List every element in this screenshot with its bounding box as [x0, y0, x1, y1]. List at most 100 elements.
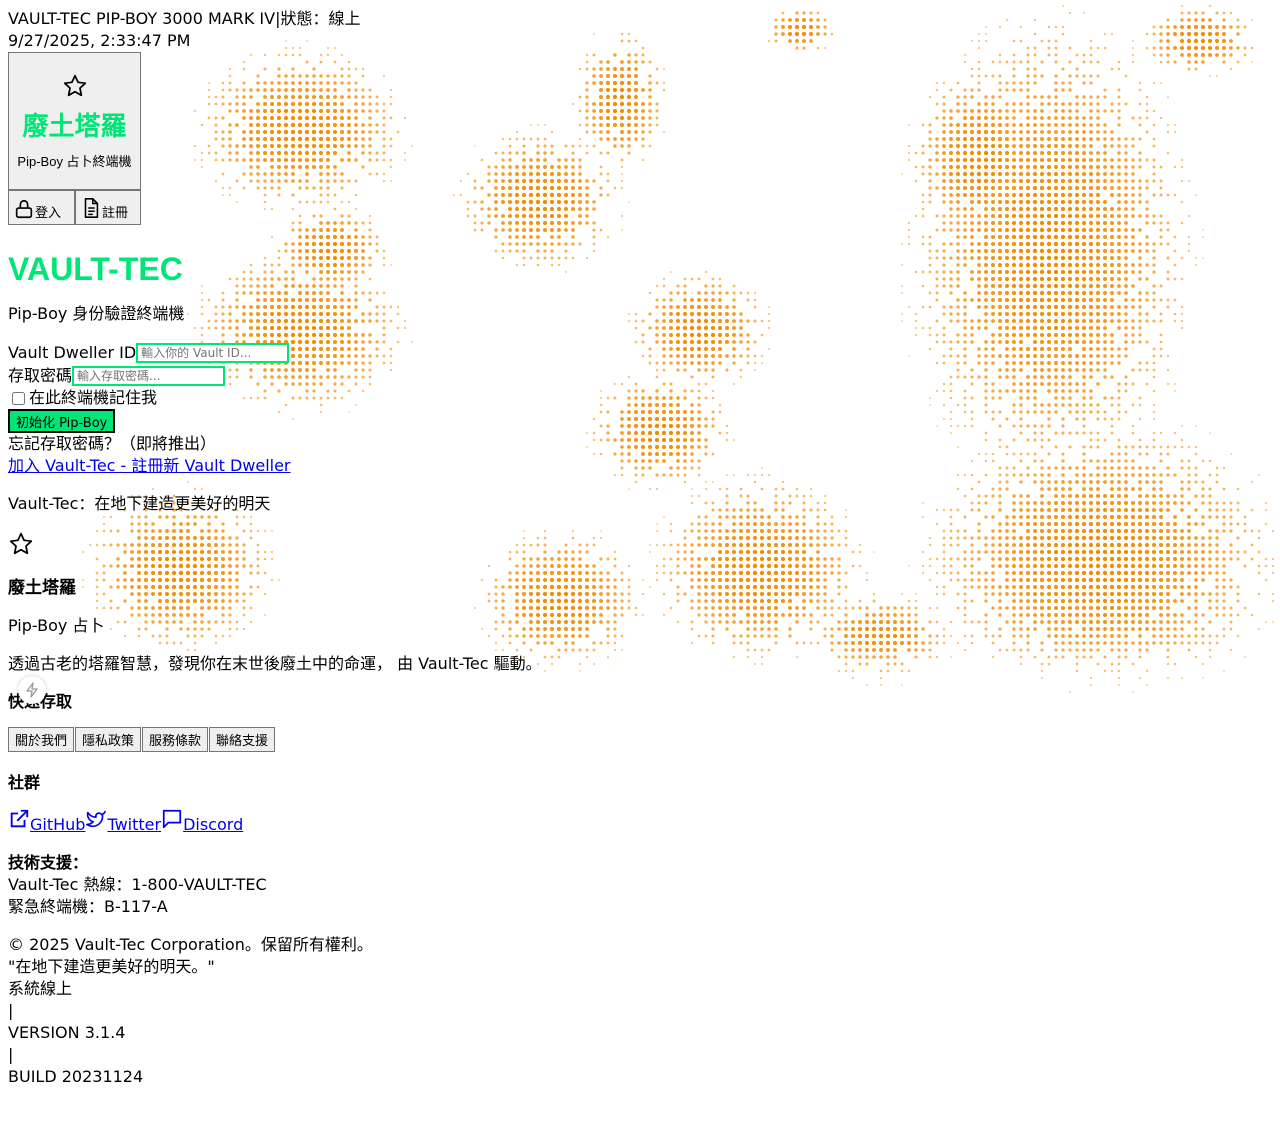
- background-dot: [1102, 556, 1108, 562]
- background-dot: [1018, 241, 1024, 247]
- background-dot: [1075, 53, 1079, 57]
- background-dot: [1159, 452, 1163, 456]
- background-dot: [1018, 185, 1024, 191]
- background-dot: [1117, 123, 1121, 127]
- background-dot: [1151, 570, 1157, 576]
- background-dot: [1019, 473, 1023, 477]
- background-dot: [1180, 18, 1184, 22]
- background-dot: [1074, 178, 1080, 184]
- background-dot: [1096, 403, 1100, 407]
- background-dot: [1130, 591, 1136, 597]
- background-dot: [1131, 487, 1135, 491]
- background-dot: [1061, 347, 1065, 351]
- background-dot: [1060, 185, 1066, 191]
- background-dot: [1123, 507, 1129, 513]
- background-dot: [1074, 584, 1080, 590]
- background-dot: [1187, 242, 1191, 246]
- background-dot: [1151, 556, 1157, 562]
- background-dot: [1264, 564, 1268, 568]
- background-dot: [1152, 305, 1156, 309]
- background-dot: [1018, 304, 1024, 310]
- background-dot: [1110, 487, 1114, 491]
- background-dot: [1026, 410, 1030, 414]
- background-dot: [1103, 410, 1107, 414]
- background-dot: [1054, 109, 1058, 113]
- background-dot: [1053, 577, 1059, 583]
- background-dot: [1068, 88, 1072, 92]
- background-dot: [1046, 325, 1052, 331]
- background-dot: [1067, 577, 1073, 583]
- background-dot: [1075, 382, 1079, 386]
- background-dot: [1096, 431, 1100, 435]
- background-dot: [1081, 563, 1087, 569]
- background-dot: [1040, 403, 1044, 407]
- background-dot: [1046, 570, 1052, 576]
- background-dot: [1068, 396, 1072, 400]
- background-dot: [1110, 179, 1114, 183]
- background-dot: [1046, 178, 1052, 184]
- background-dot: [1046, 535, 1052, 541]
- background-dot: [1032, 241, 1038, 247]
- background-dot: [1250, 557, 1254, 561]
- background-dot: [1026, 137, 1030, 141]
- background-dot: [1054, 431, 1058, 435]
- background-dot: [1025, 227, 1031, 233]
- background-dot: [1067, 535, 1073, 541]
- background-dot: [1264, 578, 1268, 582]
- background-dot: [1152, 494, 1156, 498]
- background-dot: [1130, 584, 1136, 590]
- background-dot: [1173, 319, 1177, 323]
- background-dot: [1082, 375, 1086, 379]
- background-dot: [1074, 507, 1080, 513]
- background-dot: [1039, 332, 1045, 338]
- background-dot: [1040, 515, 1044, 519]
- background-dot: [1067, 318, 1073, 324]
- background-dot: [1187, 564, 1191, 568]
- background-dot: [1067, 192, 1073, 198]
- background-dot: [1018, 178, 1024, 184]
- background-dot: [1025, 157, 1031, 163]
- background-dot: [1060, 297, 1066, 303]
- background-dot: [1025, 563, 1031, 569]
- background-dot: [1201, 459, 1205, 463]
- background-dot: [1095, 227, 1101, 233]
- background-dot: [1152, 214, 1156, 218]
- background-dot: [1089, 487, 1093, 491]
- background-dot: [1216, 75, 1218, 77]
- background-dot: [1067, 514, 1073, 520]
- background-dot: [1032, 570, 1038, 576]
- background-dot: [1110, 158, 1114, 162]
- background-dot: [1145, 207, 1149, 211]
- background-dot: [1054, 410, 1058, 414]
- background-dot: [1096, 361, 1100, 365]
- background-dot: [1061, 25, 1065, 29]
- background-dot: [1187, 18, 1191, 22]
- background-dot: [1046, 290, 1052, 296]
- background-dot: [1131, 46, 1135, 50]
- background-dot: [1117, 410, 1121, 414]
- background-dot: [1151, 584, 1157, 590]
- background-dot: [1117, 473, 1121, 477]
- background-dot: [1215, 585, 1219, 589]
- background-dot: [1067, 283, 1073, 289]
- background-dot: [1158, 563, 1164, 569]
- background-dot: [1137, 584, 1143, 590]
- background-dot: [1117, 270, 1121, 274]
- background-dot: [1222, 487, 1226, 491]
- background-dot: [1032, 549, 1038, 555]
- background-dot: [1215, 529, 1219, 533]
- background-dot: [1138, 445, 1142, 449]
- background-dot: [1110, 256, 1114, 260]
- background-dot: [1075, 340, 1079, 344]
- background-dot: [1039, 577, 1045, 583]
- background-dot: [1039, 325, 1045, 331]
- background-dot: [1131, 158, 1135, 162]
- background-dot: [1229, 557, 1233, 561]
- background-dot: [1110, 235, 1114, 239]
- background-dot: [1194, 592, 1198, 596]
- background-dot: [1096, 417, 1100, 421]
- background-dot: [1103, 123, 1107, 127]
- background-dot: [1131, 60, 1135, 64]
- background-dot: [1019, 361, 1023, 365]
- background-dot: [1193, 24, 1199, 30]
